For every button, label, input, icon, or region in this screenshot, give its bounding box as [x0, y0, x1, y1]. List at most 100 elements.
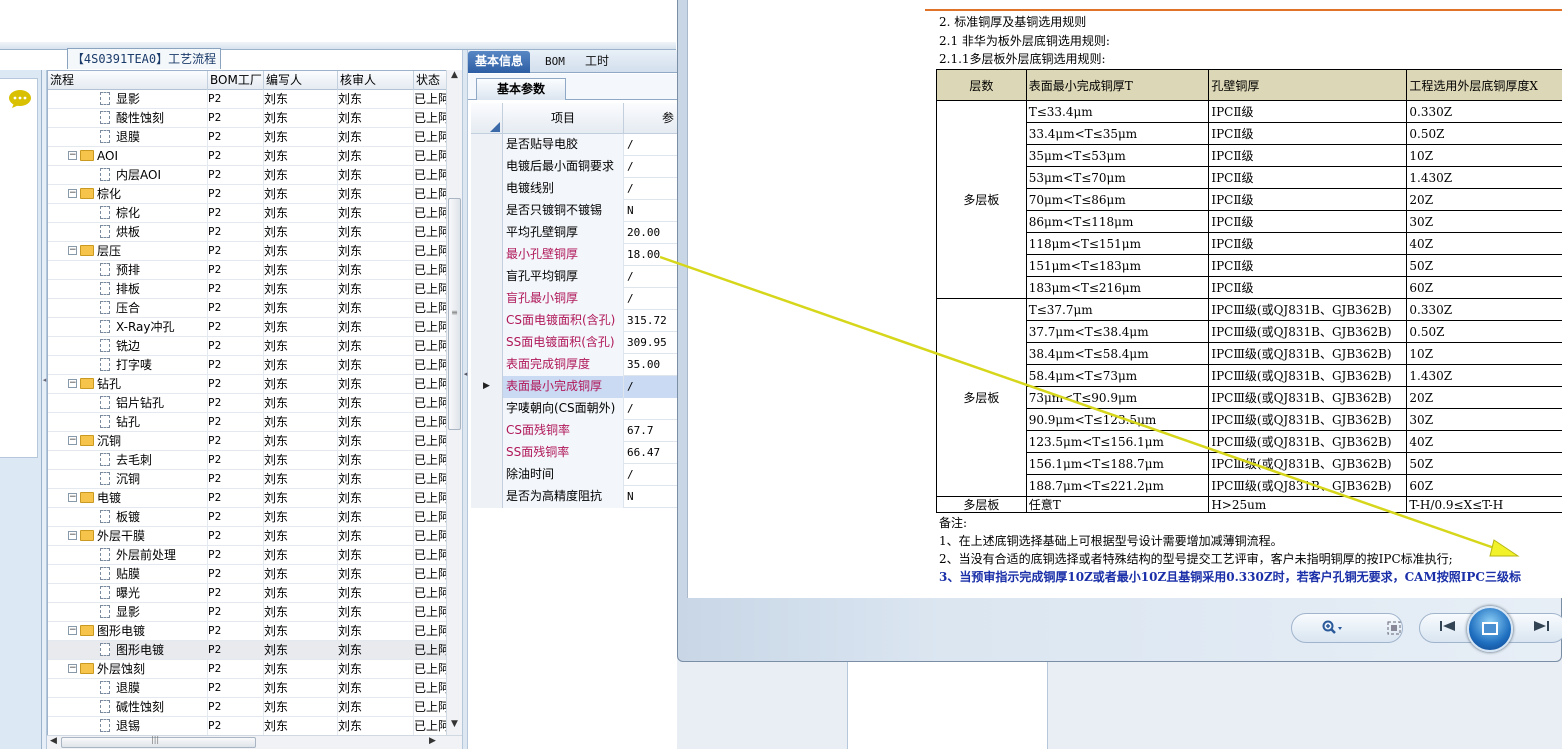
tree-node[interactable]: 压合 — [48, 299, 204, 318]
collapse-toggle-icon[interactable]: − — [68, 246, 77, 255]
param-row[interactable]: 是否只镀铜不镀锡 N — [471, 200, 677, 222]
param-value[interactable]: / — [624, 156, 677, 178]
tree-node[interactable]: − 外层干膜 — [48, 527, 204, 546]
tree-row[interactable]: 贴膜 P2 刘东 刘东 已上阿 — [48, 565, 461, 584]
tree-node[interactable]: − 外层蚀刻 — [48, 660, 204, 679]
tree-row[interactable]: 沉铜 P2 刘东 刘东 已上阿 — [48, 470, 461, 489]
tree-node[interactable]: 碱性蚀刻 — [48, 698, 204, 717]
tree-row[interactable]: − 电镀 P2 刘东 刘东 已上阿 — [48, 489, 461, 508]
param-value[interactable]: 67.7 — [624, 420, 677, 442]
collapse-toggle-icon[interactable]: − — [68, 531, 77, 540]
tree-row[interactable]: 排板 P2 刘东 刘东 已上阿 — [48, 280, 461, 299]
tree-node[interactable]: 打字唛 — [48, 356, 204, 375]
tree-row[interactable]: 预排 P2 刘东 刘东 已上阿 — [48, 261, 461, 280]
tree-node[interactable]: 钻孔 — [48, 413, 204, 432]
tree-row[interactable]: − 层压 P2 刘东 刘东 已上阿 — [48, 242, 461, 261]
tree-node[interactable]: 退膜 — [48, 679, 204, 698]
param-value[interactable]: 18.00 — [624, 244, 677, 266]
tree-node[interactable]: 沉铜 — [48, 470, 204, 489]
col-header-writer[interactable]: 编写人 — [264, 71, 338, 90]
tree-row[interactable]: 退膜 P2 刘东 刘东 已上阿 — [48, 128, 461, 147]
tree-row[interactable]: − AOI P2 刘东 刘东 已上阿 — [48, 147, 461, 166]
row-header[interactable] — [471, 200, 503, 222]
param-row[interactable]: 最小孔壁铜厚 18.00 — [471, 244, 677, 266]
tree-node[interactable]: 烘板 — [48, 223, 204, 242]
scroll-right-arrow-icon[interactable]: ▶ — [429, 736, 436, 746]
slideshow-icon[interactable] — [1467, 606, 1513, 652]
tree-row[interactable]: − 棕化 P2 刘东 刘东 已上阿 — [48, 185, 461, 204]
param-value[interactable]: 315.72 — [624, 310, 677, 332]
tree-row[interactable]: − 外层干膜 P2 刘东 刘东 已上阿 — [48, 527, 461, 546]
param-row[interactable]: 电镀后最小面铜要求 / — [471, 156, 677, 178]
row-header[interactable] — [471, 288, 503, 310]
tree-node[interactable]: − 沉铜 — [48, 432, 204, 451]
tree-row[interactable]: − 钻孔 P2 刘东 刘东 已上阿 — [48, 375, 461, 394]
tree-node[interactable]: 图形电镀 — [48, 641, 204, 660]
tree-row[interactable]: 打字唛 P2 刘东 刘东 已上阿 — [48, 356, 461, 375]
tree-node[interactable]: X-Ray冲孔 — [48, 318, 204, 337]
tree-row[interactable]: − 沉铜 P2 刘东 刘东 已上阿 — [48, 432, 461, 451]
tree-node[interactable]: 铣边 — [48, 337, 204, 356]
param-row[interactable]: CS面电镀面积(含孔) 315.72 — [471, 310, 677, 332]
tree-row[interactable]: 烘板 P2 刘东 刘东 已上阿 — [48, 223, 461, 242]
tree-row[interactable]: 棕化 P2 刘东 刘东 已上阿 — [48, 204, 461, 223]
param-row[interactable]: 是否贴导电胶 / — [471, 134, 677, 156]
param-row[interactable]: 平均孔壁铜厚 20.00 — [471, 222, 677, 244]
param-value[interactable]: / — [624, 178, 677, 200]
tree-row[interactable]: 退锡 P2 刘东 刘东 已上阿 — [48, 717, 461, 736]
row-header[interactable] — [471, 134, 503, 156]
param-value[interactable]: / — [624, 398, 677, 420]
actual-size-icon[interactable] — [1386, 620, 1402, 640]
param-value[interactable]: 309.95 — [624, 332, 677, 354]
tree-node[interactable]: 酸性蚀刻 — [48, 109, 204, 128]
tree-row[interactable]: 钻孔 P2 刘东 刘东 已上阿 — [48, 413, 461, 432]
row-header[interactable] — [471, 354, 503, 376]
collapse-toggle-icon[interactable]: − — [68, 189, 77, 198]
tree-row[interactable]: 铣边 P2 刘东 刘东 已上阿 — [48, 337, 461, 356]
param-value[interactable]: / — [624, 134, 677, 156]
row-header[interactable] — [471, 178, 503, 200]
col-header-item[interactable]: 项目 — [503, 103, 624, 134]
tree-row[interactable]: 酸性蚀刻 P2 刘东 刘东 已上阿 — [48, 109, 461, 128]
col-header-param[interactable]: 参 — [624, 103, 677, 134]
scroll-up-arrow-icon[interactable]: ▲ — [447, 70, 462, 80]
zoom-icon[interactable] — [1322, 620, 1344, 640]
col-header-bom[interactable]: BOM工厂 — [208, 71, 264, 90]
row-header[interactable] — [471, 310, 503, 332]
scroll-left-arrow-icon[interactable]: ◀ — [50, 736, 57, 746]
param-value[interactable]: N — [624, 200, 677, 222]
tree-node[interactable]: − 钻孔 — [48, 375, 204, 394]
collapse-toggle-icon[interactable]: − — [68, 151, 77, 160]
col-header-checker[interactable]: 核审人 — [338, 71, 414, 90]
collapse-toggle-icon[interactable]: − — [68, 493, 77, 502]
tree-node[interactable]: 退膜 — [48, 128, 204, 147]
tree-horizontal-scrollbar[interactable]: ◀ ||| ▶ — [47, 735, 462, 749]
next-icon[interactable] — [1532, 620, 1550, 635]
col-header-process[interactable]: 流程 — [48, 71, 208, 90]
param-row[interactable]: CS面残铜率 67.7 — [471, 420, 677, 442]
tree-row[interactable]: − 图形电镀 P2 刘东 刘东 已上阿 — [48, 622, 461, 641]
tab-work-hours[interactable]: 工时 — [578, 51, 616, 73]
param-row[interactable]: SS面电镀面积(含孔) 309.95 — [471, 332, 677, 354]
param-row[interactable]: 电镀线别 / — [471, 178, 677, 200]
collapse-toggle-icon[interactable]: − — [68, 379, 77, 388]
tree-row[interactable]: 去毛刺 P2 刘东 刘东 已上阿 — [48, 451, 461, 470]
row-header[interactable] — [471, 442, 503, 464]
row-header[interactable] — [471, 156, 503, 178]
tree-vertical-scrollbar[interactable]: ▲ ≡ ▼ — [446, 70, 462, 735]
tab-basic-params[interactable]: 基本参数 — [476, 78, 566, 100]
scroll-down-arrow-icon[interactable]: ▼ — [447, 719, 462, 729]
param-value[interactable]: / — [624, 288, 677, 310]
collapse-toggle-icon[interactable]: − — [68, 626, 77, 635]
collapse-toggle-icon[interactable]: − — [68, 664, 77, 673]
tree-node[interactable]: 板镀 — [48, 508, 204, 527]
tab-bom[interactable]: BOM — [538, 51, 572, 73]
tree-row[interactable]: 铝片钻孔 P2 刘东 刘东 已上阿 — [48, 394, 461, 413]
param-row[interactable]: ▶ 表面最小完成铜厚 / — [471, 376, 677, 398]
tree-node[interactable]: 去毛刺 — [48, 451, 204, 470]
param-row[interactable]: 字唛朝向(CS面朝外) / — [471, 398, 677, 420]
grid-corner[interactable] — [471, 103, 503, 134]
param-value[interactable]: N — [624, 486, 677, 508]
tree-row[interactable]: 板镀 P2 刘东 刘东 已上阿 — [48, 508, 461, 527]
tree-node[interactable]: 显影 — [48, 603, 204, 622]
